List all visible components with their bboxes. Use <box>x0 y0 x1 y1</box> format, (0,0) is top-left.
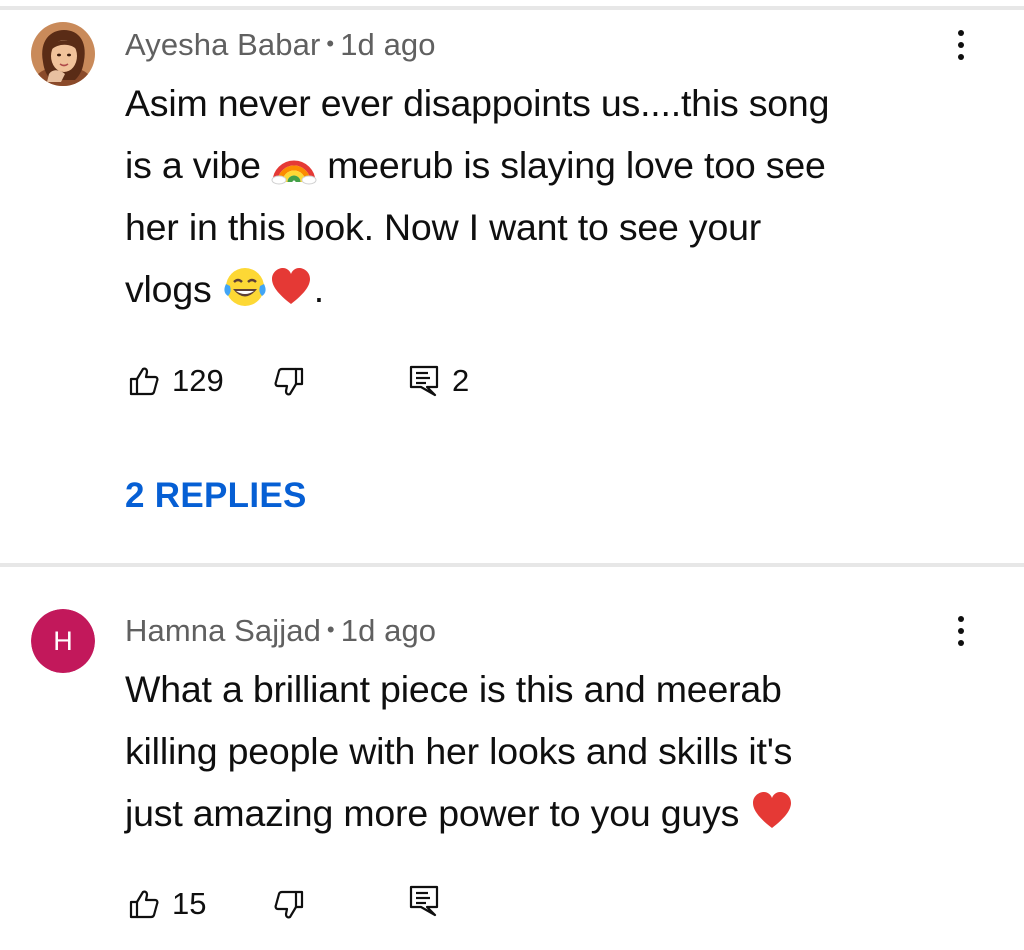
meta-separator: • <box>326 31 335 56</box>
face-with-tears-of-joy-icon <box>224 268 266 306</box>
thumbs-up-icon <box>129 890 159 919</box>
comment-divider <box>0 563 1024 567</box>
avatar[interactable]: H <box>31 609 95 673</box>
top-divider <box>0 6 1024 10</box>
like-button[interactable]: 129 <box>128 363 224 399</box>
like-count: 129 <box>172 363 224 398</box>
comment-text-line: What a brilliant piece is this and meera… <box>125 668 782 710</box>
reply-button[interactable]: 2 <box>408 363 469 399</box>
thumbs-down-icon <box>274 890 304 919</box>
red-heart-icon <box>271 268 310 304</box>
view-replies-link[interactable]: 2 REPLIES <box>125 476 307 516</box>
meta-separator: • <box>326 617 335 642</box>
avatar[interactable] <box>31 22 95 86</box>
reply-count: 2 <box>452 363 470 398</box>
comment-text-line: just amazing more power to you guys <box>125 792 750 834</box>
avatar-letter: H <box>31 609 95 673</box>
thumbs-down-icon <box>274 367 304 396</box>
reply-comment-icon <box>409 365 439 397</box>
rainbow-emoji-icon <box>271 160 317 185</box>
dislike-button[interactable] <box>273 366 305 398</box>
comment-meta: Hamna Sajjad • 1d ago <box>125 613 436 649</box>
comment-text: Asim never ever disappoints us....this s… <box>125 72 945 320</box>
comment-text-line: meerub is slaying love too see <box>317 144 826 186</box>
reply-button[interactable] <box>408 884 440 918</box>
comment-text-line: her in this look. Now I want to see your <box>125 206 762 248</box>
comment-time: 1d ago <box>340 27 436 62</box>
author-name[interactable]: Ayesha Babar <box>125 27 320 62</box>
comment-text-line: killing people with her looks and skills… <box>125 730 793 772</box>
thumbs-up-icon <box>129 367 159 396</box>
comment-text-line: vlogs <box>125 268 222 310</box>
like-count: 15 <box>172 886 207 921</box>
profile-photo <box>31 22 95 86</box>
red-heart-icon <box>753 792 792 828</box>
comment-text: What a brilliant piece is this and meera… <box>125 658 945 844</box>
comments-page: Ayesha Babar • 1d ago Asim never ever disa… <box>0 0 1024 950</box>
more-vertical-icon[interactable] <box>946 606 976 656</box>
more-vertical-icon[interactable] <box>946 20 976 70</box>
author-name[interactable]: Hamna Sajjad <box>125 613 321 648</box>
comment-text-line: Asim never ever disappoints us....this s… <box>125 82 830 124</box>
comment-time: 1d ago <box>340 613 437 648</box>
reply-comment-icon <box>409 885 439 917</box>
dislike-button[interactable] <box>273 889 305 921</box>
comment-text-line: is a vibe <box>125 144 271 186</box>
like-button[interactable]: 15 <box>128 886 206 922</box>
comment-text-line: . <box>313 268 324 310</box>
comment-meta: Ayesha Babar • 1d ago <box>125 27 436 63</box>
